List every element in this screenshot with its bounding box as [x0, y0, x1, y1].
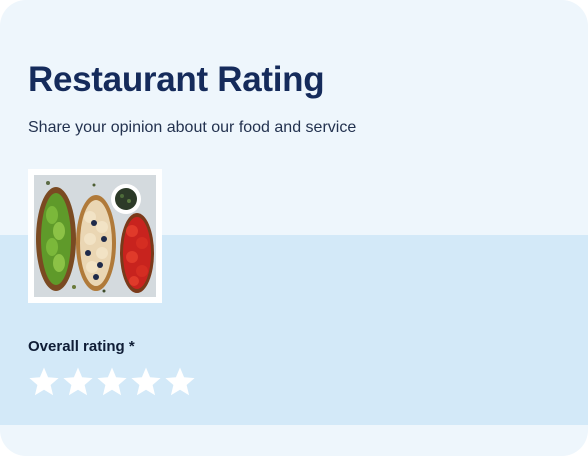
page-title: Restaurant Rating [28, 60, 325, 99]
star-icon-4[interactable] [130, 366, 162, 398]
star-icon-2[interactable] [62, 366, 94, 398]
star-icon-1[interactable] [28, 366, 60, 398]
star-rating[interactable] [28, 366, 196, 400]
star-icon-5[interactable] [164, 366, 196, 398]
food-photo-frame [28, 169, 162, 303]
food-photo [34, 175, 156, 297]
star-icon-3[interactable] [96, 366, 128, 398]
overall-rating-label: Overall rating * [28, 338, 135, 355]
rating-card: Restaurant Rating Share your opinion abo… [0, 0, 588, 456]
page-subtitle: Share your opinion about our food and se… [28, 119, 357, 136]
